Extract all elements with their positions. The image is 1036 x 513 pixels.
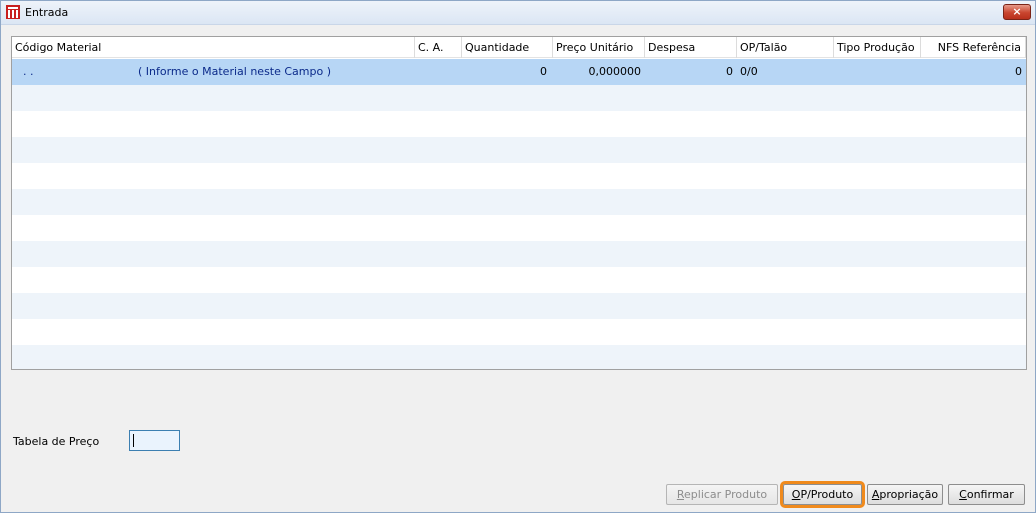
empty-row[interactable] <box>12 137 1026 163</box>
replicar-produto-button[interactable]: Replicar Produto <box>666 484 778 505</box>
empty-row[interactable] <box>12 189 1026 215</box>
grid-header: Código Material C. A. Quantidade Preço U… <box>12 37 1026 58</box>
table-row[interactable]: . . ( Informe o Material neste Campo ) 0… <box>12 59 1026 85</box>
empty-row[interactable] <box>12 267 1026 293</box>
title-bar: Entrada × <box>1 1 1035 25</box>
text-caret <box>133 434 134 447</box>
cell-quantidade[interactable]: 0 <box>462 59 547 85</box>
cell-tipo-producao[interactable] <box>837 59 917 85</box>
col-tipo-producao[interactable]: Tipo Produção <box>834 37 921 58</box>
cell-descricao[interactable]: ( Informe o Material neste Campo ) <box>138 59 398 85</box>
empty-row[interactable] <box>12 111 1026 137</box>
empty-row[interactable] <box>12 241 1026 267</box>
col-ca[interactable]: C. A. <box>415 37 462 58</box>
op-produto-button[interactable]: OP/Produto <box>780 481 865 508</box>
close-icon[interactable]: × <box>1003 4 1031 20</box>
empty-row[interactable] <box>12 85 1026 111</box>
cell-op-talao[interactable]: 0/0 <box>740 59 830 85</box>
cell-codigo[interactable]: . . <box>23 59 83 85</box>
tabela-preco-input[interactable] <box>129 430 180 451</box>
col-op-talao[interactable]: OP/Talão <box>737 37 834 58</box>
cell-preco-unitario[interactable]: 0,000000 <box>553 59 642 85</box>
window-title: Entrada <box>25 6 69 19</box>
empty-row[interactable] <box>12 163 1026 189</box>
col-codigo-material[interactable]: Código Material <box>12 37 415 58</box>
apropriacao-button[interactable]: Apropriação <box>867 484 943 505</box>
col-quantidade[interactable]: Quantidade <box>462 37 553 58</box>
cell-nfs-referencia[interactable]: 0 <box>921 59 1022 85</box>
empty-row[interactable] <box>12 345 1026 369</box>
app-logo-icon <box>6 5 20 19</box>
col-nfs-referencia[interactable]: NFS Referência <box>921 37 1026 58</box>
materials-grid[interactable]: Código Material C. A. Quantidade Preço U… <box>11 36 1027 370</box>
col-preco-unitario[interactable]: Preço Unitário <box>553 37 645 58</box>
empty-row[interactable] <box>12 215 1026 241</box>
col-despesa[interactable]: Despesa <box>645 37 737 58</box>
confirmar-button[interactable]: Confirmar <box>948 484 1025 505</box>
cell-despesa[interactable]: 0 <box>645 59 733 85</box>
entrada-window: Entrada × Código Material C. A. Quantida… <box>0 0 1036 513</box>
tabela-preco-label: Tabela de Preço <box>13 435 100 448</box>
cell-ca[interactable] <box>415 59 462 85</box>
empty-row[interactable] <box>12 293 1026 319</box>
empty-row[interactable] <box>12 319 1026 345</box>
